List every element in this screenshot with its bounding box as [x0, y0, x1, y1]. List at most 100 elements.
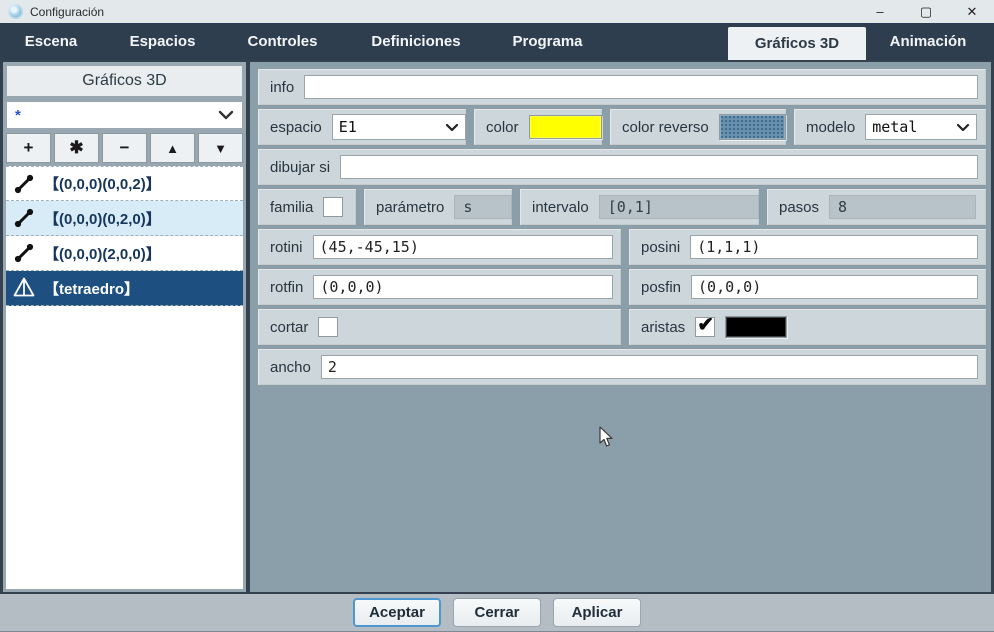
main-area: Gráficos 3D * + ✱ − ▲ ▼ 【(0,0,0)(0,0,2)】	[0, 60, 994, 594]
remove-object-button[interactable]: −	[102, 133, 147, 163]
add-object-button[interactable]: +	[6, 133, 51, 163]
dibujar-si-label: dibujar si	[270, 159, 330, 176]
aristas-checkbox[interactable]: ✔	[695, 317, 715, 337]
info-input[interactable]	[304, 75, 978, 99]
parametro-group: parámetro s	[363, 188, 513, 226]
configuration-window: Configuración – ▢ ✕ Escena Espacios Cont…	[0, 0, 994, 632]
app-logo-icon	[8, 4, 23, 19]
close-dialog-button[interactable]: Cerrar	[453, 598, 541, 627]
tab-escena[interactable]: Escena	[8, 23, 94, 60]
footer: Aceptar Cerrar Aplicar	[0, 594, 994, 632]
espacio-label: espacio	[270, 119, 322, 136]
intervalo-group: intervalo [0,1]	[519, 188, 760, 226]
filter-value: *	[15, 107, 21, 124]
accept-button[interactable]: Aceptar	[353, 598, 441, 627]
objects-panel: Gráficos 3D * + ✱ − ▲ ▼ 【(0,0,0)(0,0,2)】	[3, 62, 246, 592]
titlebar: Configuración – ▢ ✕	[0, 0, 994, 23]
posini-group: posini	[628, 228, 987, 266]
tab-animacion[interactable]: Animación	[868, 23, 988, 60]
rotfin-label: rotfin	[270, 279, 303, 296]
aristas-label: aristas	[641, 319, 685, 336]
rotini-input[interactable]	[313, 235, 613, 259]
window-title: Configuración	[30, 5, 104, 19]
color-label: color	[486, 119, 519, 136]
pasos-field: 8	[829, 195, 976, 219]
list-item[interactable]: 【(0,0,0)(0,2,0)】	[6, 201, 243, 236]
panel-title: Gráficos 3D	[6, 65, 243, 97]
window-controls: – ▢ ✕	[872, 0, 986, 23]
color-reverso-label: color reverso	[622, 119, 709, 136]
list-item[interactable]: 【(0,0,0)(2,0,0)】	[6, 236, 243, 271]
pasos-group: pasos 8	[766, 188, 987, 226]
chevron-down-icon	[956, 123, 970, 132]
checkmark-icon: ✔	[697, 312, 714, 337]
info-label: info	[270, 79, 294, 96]
familia-label: familia	[270, 199, 313, 216]
tab-graficos-3d[interactable]: Gráficos 3D	[728, 27, 866, 60]
minimize-button[interactable]: –	[872, 0, 888, 23]
move-up-button[interactable]: ▲	[150, 133, 195, 163]
posfin-group: posfin	[628, 268, 987, 306]
close-button[interactable]: ✕	[964, 0, 980, 23]
object-list: 【(0,0,0)(0,0,2)】 【(0,0,0)(0,2,0)】 【(0,0,…	[6, 166, 243, 589]
segment-icon	[12, 241, 36, 265]
list-item[interactable]: 【(0,0,0)(0,0,2)】	[6, 166, 243, 201]
dibujar-si-input[interactable]	[340, 155, 978, 179]
parametro-field: s	[454, 195, 512, 219]
intervalo-label: intervalo	[532, 199, 589, 216]
tab-bar: Escena Espacios Controles Definiciones P…	[0, 23, 994, 60]
list-item-label: 【(0,0,0)(2,0,0)】	[44, 243, 161, 264]
intervalo-field: [0,1]	[599, 195, 759, 219]
rotfin-group: rotfin	[257, 268, 622, 306]
familia-group: familia	[257, 188, 357, 226]
tab-controles[interactable]: Controles	[235, 23, 330, 60]
cortar-checkbox[interactable]	[318, 317, 338, 337]
rotfin-input[interactable]	[313, 275, 613, 299]
aristas-color-swatch[interactable]	[725, 316, 787, 338]
tetrahedron-icon	[12, 276, 36, 300]
tab-espacios[interactable]: Espacios	[115, 23, 210, 60]
familia-checkbox[interactable]	[323, 197, 343, 217]
pasos-label: pasos	[779, 199, 819, 216]
move-down-button[interactable]: ▼	[198, 133, 243, 163]
color-reverso-swatch[interactable]	[719, 114, 786, 140]
duplicate-object-button[interactable]: ✱	[54, 133, 99, 163]
ancho-label: ancho	[270, 359, 311, 376]
ancho-group: ancho	[257, 348, 987, 386]
segment-icon	[12, 172, 36, 196]
cortar-label: cortar	[270, 319, 308, 336]
cortar-group: cortar	[257, 308, 622, 346]
parametro-label: parámetro	[376, 199, 444, 216]
info-group: info	[257, 68, 987, 106]
modelo-group: modelo metal	[793, 108, 987, 146]
object-filter-select[interactable]: *	[6, 101, 243, 129]
rotini-label: rotini	[270, 239, 303, 256]
chevron-down-icon	[218, 110, 234, 120]
modelo-select[interactable]: metal	[865, 114, 977, 140]
aristas-group: aristas ✔	[628, 308, 987, 346]
color-swatch[interactable]	[529, 115, 602, 139]
posini-input[interactable]	[690, 235, 978, 259]
list-item-label: 【(0,0,0)(0,2,0)】	[44, 208, 161, 229]
segment-icon	[12, 206, 36, 230]
properties-panel: info espacio E1 color col	[250, 62, 991, 592]
modelo-value: metal	[872, 118, 917, 136]
posini-label: posini	[641, 239, 680, 256]
espacio-value: E1	[339, 118, 357, 136]
list-item-label: 【(0,0,0)(0,0,2)】	[44, 173, 161, 194]
color-group: color	[473, 108, 603, 146]
posfin-input[interactable]	[691, 275, 978, 299]
espacio-group: espacio E1	[257, 108, 467, 146]
ancho-input[interactable]	[321, 355, 978, 379]
list-item-label: 【tetraedro】	[44, 278, 139, 299]
maximize-button[interactable]: ▢	[918, 0, 934, 23]
espacio-select[interactable]: E1	[332, 114, 466, 140]
color-reverso-group: color reverso	[609, 108, 787, 146]
object-toolbar: + ✱ − ▲ ▼	[6, 133, 243, 163]
list-item-selected[interactable]: 【tetraedro】	[6, 271, 243, 306]
modelo-label: modelo	[806, 119, 855, 136]
rotini-group: rotini	[257, 228, 622, 266]
tab-programa[interactable]: Programa	[500, 23, 595, 60]
tab-definiciones[interactable]: Definiciones	[365, 23, 467, 60]
apply-button[interactable]: Aplicar	[553, 598, 641, 627]
